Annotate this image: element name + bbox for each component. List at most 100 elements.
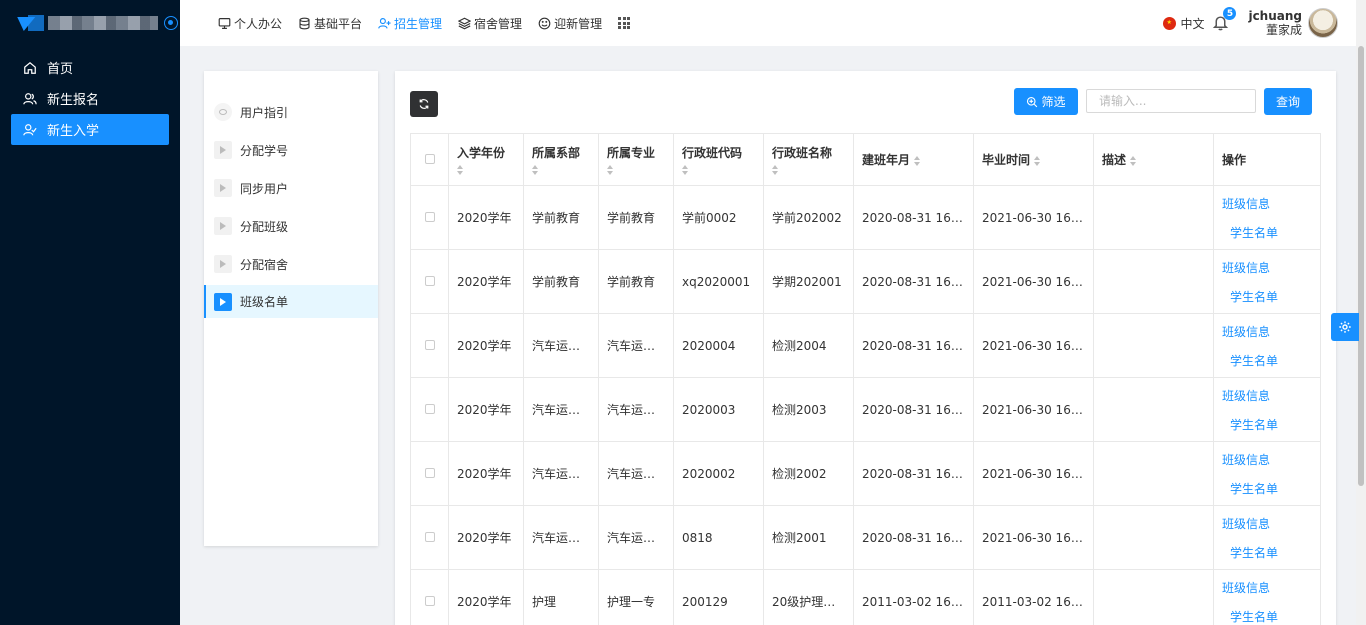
class-info-link[interactable]: 班级信息 [1222,323,1312,340]
table-row[interactable]: 2020学年汽车运用与维修汽车运用与维修2020004检测20042020-08… [410,313,1321,378]
column-header-graduation[interactable]: 毕业时间 [973,133,1094,186]
logo[interactable] [0,0,180,46]
settings-float-button[interactable] [1331,313,1359,341]
row-checkbox[interactable] [424,467,435,478]
topnav-dorm-management[interactable]: 宿舍管理 [458,15,522,32]
table-cell: 检测2003 [763,377,854,442]
topnav-admission-management[interactable]: 招生管理 [378,15,442,32]
class-info-link[interactable]: 班级信息 [1222,515,1312,532]
sidebar-item-enroll[interactable]: 新生报名 [11,83,169,114]
table-cell [1093,249,1214,314]
row-checkbox-cell[interactable] [410,569,449,625]
row-checkbox-cell[interactable] [410,441,449,506]
sidebar-item-admission[interactable]: 新生入学 [11,114,169,145]
logo-name-redacted [48,16,158,30]
class-info-link[interactable]: 班级信息 [1222,259,1312,276]
step-class-roster[interactable]: 班级名单 [204,285,378,318]
sort-icon[interactable] [914,155,921,166]
target-icon[interactable] [164,16,178,30]
row-checkbox[interactable] [424,275,435,286]
table-row[interactable]: 2020学年汽车运用与维修汽车运用与维修0818检测20012020-08-31… [410,505,1321,570]
table-row[interactable]: 2020学年 学前教育 学前教育 学前0002 学前202002 2020-08-31 1… [410,185,1321,250]
refresh-icon [419,99,429,109]
table-cell: 学前教育 [523,185,599,250]
topnav-personal-office[interactable]: 个人办公 [218,15,282,32]
sort-icon[interactable] [532,165,539,175]
student-list-link[interactable]: 学生名单 [1230,544,1312,561]
row-checkbox-cell[interactable] [410,249,449,314]
step-assign-class[interactable]: 分配班级 [204,207,378,245]
table-row[interactable]: 2020学年汽车运用与维修汽车运用与维修2020003检测20032020-08… [410,377,1321,442]
column-header-class-code[interactable]: 行政班代码 [673,133,764,186]
sort-icon[interactable] [682,165,689,175]
row-checkbox-cell[interactable] [410,377,449,442]
select-all-checkbox[interactable] [424,153,435,164]
row-checkbox[interactable] [424,403,435,414]
topnav-base-platform[interactable]: 基础平台 [298,15,362,32]
student-list-link[interactable]: 学生名单 [1230,416,1312,433]
table-cell [1093,185,1214,250]
sort-icon[interactable] [607,165,614,175]
table-cell: 2021-06-30 16:00:00 [973,249,1094,314]
column-header-created[interactable]: 建班年月 [853,133,974,186]
row-checkbox-cell[interactable] [410,313,449,378]
scrollbar-thumb[interactable] [1358,46,1364,486]
table-row[interactable]: 2020学年 护理 护理一专 200129 20级护理一专 2011-03-02 16:0… [410,569,1321,625]
apps-grid-button[interactable] [618,17,631,29]
row-checkbox[interactable] [424,531,435,542]
step-assign-dorm[interactable]: 分配宿舍 [204,245,378,283]
row-checkbox[interactable] [424,339,435,350]
row-checkbox[interactable] [424,595,435,606]
student-list-link[interactable]: 学生名单 [1230,352,1312,369]
row-actions: 班级信息学生名单 [1213,505,1321,570]
step-user-guide[interactable]: 用户指引 [204,93,378,131]
query-button[interactable]: 查询 [1264,88,1312,115]
step-assign-student-id[interactable]: 分配学号 [204,131,378,169]
column-header-department[interactable]: 所属系部 [523,133,599,186]
row-checkbox-cell[interactable] [410,505,449,570]
china-flag-icon[interactable] [1163,16,1177,30]
sort-icon[interactable] [772,165,779,175]
home-icon [24,61,36,74]
zoom-in-icon [1027,96,1038,107]
class-info-link[interactable]: 班级信息 [1222,579,1312,596]
column-header-year[interactable]: 入学年份 [448,133,524,186]
step-label: 班级名单 [240,295,289,309]
user-plus-icon [378,17,391,29]
row-checkbox[interactable] [424,211,435,222]
avatar[interactable] [1308,8,1338,38]
student-list-link[interactable]: 学生名单 [1230,480,1312,497]
refresh-button[interactable] [410,91,438,117]
student-list-link[interactable]: 学生名单 [1230,224,1312,241]
column-header-class-name[interactable]: 行政班名称 [763,133,854,186]
table-cell: 学前202002 [763,185,854,250]
language-switch[interactable]: 中文 [1180,15,1204,32]
notification-button[interactable]: 5 [1212,7,1237,32]
step-sync-users[interactable]: 同步用户 [204,169,378,207]
sort-icon[interactable] [1034,155,1041,166]
table-row[interactable]: 2020学年汽车运用与维修汽车运用与维修2020002检测20022020-08… [410,441,1321,506]
table-cell: 检测2004 [763,313,854,378]
database-icon [299,17,310,29]
class-info-link[interactable]: 班级信息 [1222,387,1312,404]
sidebar-item-home[interactable]: 首页 [11,52,169,83]
sidebar-item-label: 新生入学 [47,124,100,139]
column-header-description[interactable]: 描述 [1093,133,1214,186]
column-header-major[interactable]: 所属专业 [598,133,674,186]
topnav-welcome-management[interactable]: 迎新管理 [538,15,602,32]
step-label: 分配学号 [240,143,289,158]
sort-icon[interactable] [1130,155,1137,166]
class-info-link[interactable]: 班级信息 [1222,451,1312,468]
filter-button[interactable]: 筛选 [1014,88,1078,115]
class-info-link[interactable]: 班级信息 [1222,195,1312,212]
table-cell: 2021-06-30 16:00:00 [973,505,1094,570]
student-list-link[interactable]: 学生名单 [1230,288,1312,305]
student-list-link[interactable]: 学生名单 [1230,608,1312,625]
search-input[interactable] [1086,89,1256,113]
sort-icon[interactable] [457,165,464,175]
table-row[interactable]: 2020学年 学前教育 学前教育 xq2020001 学期202001 2020-08-3… [410,249,1321,314]
user-info[interactable]: jchuang 董家成 [1248,9,1302,37]
select-all-checkbox-cell[interactable] [410,133,449,186]
grid-icon [618,17,631,29]
row-checkbox-cell[interactable] [410,185,449,250]
